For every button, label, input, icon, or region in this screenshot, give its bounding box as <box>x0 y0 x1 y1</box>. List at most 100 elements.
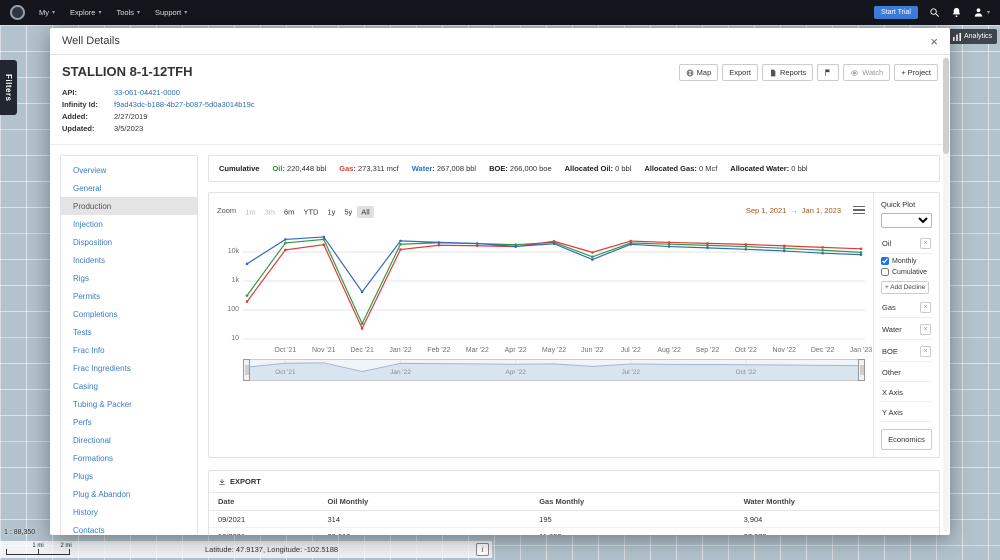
qp-row-water[interactable]: Water × <box>881 320 932 340</box>
sidebar-item-general[interactable]: General <box>61 179 197 197</box>
qp-y-axis-label: Y Axis <box>882 408 903 417</box>
table-cell: 3,904 <box>734 510 939 528</box>
table-cell: 314 <box>318 510 531 528</box>
range-start-input[interactable]: Sep 1, 2021 <box>746 206 786 215</box>
monthly-checkbox[interactable] <box>881 257 889 265</box>
map-button[interactable]: Map <box>678 64 719 81</box>
zoom-buttons: 1m 3m 6m YTD 1y 5y All <box>241 201 374 219</box>
production-plot[interactable] <box>243 227 865 345</box>
sidebar-item-permits[interactable]: Permits <box>61 287 197 305</box>
export-header[interactable]: EXPORT <box>209 471 939 493</box>
cumulative-stat-label: Allocated Water: <box>730 164 790 173</box>
menu-my[interactable]: My ▾ <box>39 8 55 17</box>
cumulative-checkbox[interactable] <box>881 268 889 276</box>
menu-explore[interactable]: Explore ▾ <box>70 8 101 17</box>
qp-row-gas[interactable]: Gas × <box>881 298 932 318</box>
remove-oil-button[interactable]: × <box>920 238 931 249</box>
cumulative-stat-label: Gas: <box>339 164 356 173</box>
reports-button[interactable]: Reports <box>761 64 814 81</box>
add-project-button[interactable]: + Project <box>894 64 938 81</box>
zoom-3m-button[interactable]: 3m <box>261 206 279 218</box>
close-icon[interactable]: × <box>930 35 938 48</box>
watch-button[interactable]: Watch <box>843 64 891 81</box>
export-button[interactable]: Export <box>722 64 758 81</box>
zoom-1y-button[interactable]: 1y <box>323 206 339 218</box>
sidebar-item-plug-abandon[interactable]: Plug & Abandon <box>61 485 197 503</box>
zoom-6m-button[interactable]: 6m <box>280 206 298 218</box>
sidebar-item-frac-info[interactable]: Frac Info <box>61 341 197 359</box>
modal-scrollbar[interactable] <box>943 57 949 532</box>
info-icon[interactable]: i <box>476 543 489 556</box>
quick-plot-select[interactable] <box>881 213 932 228</box>
sidebar-item-formations[interactable]: Formations <box>61 449 197 467</box>
eye-icon <box>850 69 859 76</box>
search-icon[interactable] <box>929 7 940 18</box>
x-axis-tick: Oct '21 <box>274 347 297 354</box>
remove-water-button[interactable]: × <box>920 324 931 335</box>
zoom-1m-button[interactable]: 1m <box>241 206 259 218</box>
monthly-option[interactable]: Monthly <box>881 257 932 265</box>
start-trial-button[interactable]: Start Trial <box>874 6 918 19</box>
detail-row-updated: Updated: 3/5/2023 <box>62 124 938 133</box>
x-axis-tick: Feb '22 <box>427 347 451 354</box>
remove-gas-button[interactable]: × <box>920 302 931 313</box>
production-main: Cumulative Oil: 220,448 bbl Gas: 273,311 m… <box>208 155 940 535</box>
menu-tools[interactable]: Tools ▾ <box>116 8 140 17</box>
app-logo[interactable] <box>10 5 25 20</box>
cumulative-option[interactable]: Cumulative <box>881 268 932 276</box>
chart-navigator[interactable]: Oct '21 Jan '22 Apr '22 Jul '22 Oct '22 <box>243 359 865 381</box>
sidebar-item-production[interactable]: Production <box>61 197 197 215</box>
detail-value[interactable]: f9ad43dc-b188-4b27-b087-5d0a3014b19c <box>114 100 255 109</box>
sidebar-item-contacts[interactable]: Contacts <box>61 521 197 535</box>
table-cell: 09/2021 <box>209 510 319 528</box>
sidebar-item-injection[interactable]: Injection <box>61 215 197 233</box>
sidebar-item-incidents[interactable]: Incidents <box>61 251 197 269</box>
menu-label: Support <box>155 8 182 17</box>
sidebar-item-completions[interactable]: Completions <box>61 305 197 323</box>
y-axis-labels: 10 100 1k 10k <box>217 227 243 345</box>
flag-button[interactable] <box>817 64 840 81</box>
chart-menu-icon[interactable] <box>853 205 865 215</box>
qp-water-label: Water <box>882 325 902 334</box>
cumulative-stat-label: Allocated Gas: <box>644 164 697 173</box>
sidebar-item-rigs[interactable]: Rigs <box>61 269 197 287</box>
sidebar-item-plugs[interactable]: Plugs <box>61 467 197 485</box>
sidebar-item-perfs[interactable]: Perfs <box>61 413 197 431</box>
bell-icon[interactable] <box>951 7 962 18</box>
navbar-menus: My ▾ Explore ▾ Tools ▾ Support ▾ <box>39 8 187 17</box>
add-decline-button[interactable]: + Add Decline <box>881 281 930 294</box>
sidebar-item-history[interactable]: History <box>61 503 197 521</box>
well-header-section: STALLION 8-1-12TFH Map Export Reports Wa… <box>50 55 950 145</box>
economics-button[interactable]: Economics <box>881 429 932 450</box>
filters-tab[interactable]: Filters <box>0 60 17 115</box>
qp-row-other[interactable]: Other <box>881 364 932 382</box>
sidebar-item-tests[interactable]: Tests <box>61 323 197 341</box>
detail-value: 2/27/2019 <box>114 112 148 121</box>
cumulative-bar: Cumulative Oil: 220,448 bbl Gas: 273,311 m… <box>208 155 940 182</box>
remove-boe-button[interactable]: × <box>920 346 931 357</box>
sidebar-item-overview[interactable]: Overview <box>61 161 197 179</box>
qp-row-y-axis[interactable]: Y Axis <box>881 404 932 422</box>
zoom-5y-button[interactable]: 5y <box>340 206 356 218</box>
zoom-ytd-button[interactable]: YTD <box>299 206 322 218</box>
detail-row-added: Added: 2/27/2019 <box>62 112 938 121</box>
qp-row-oil[interactable]: Oil × <box>881 234 932 254</box>
sidebar-item-tubing-packer[interactable]: Tubing & Packer <box>61 395 197 413</box>
navigator-handle[interactable] <box>857 359 865 381</box>
qp-row-x-axis[interactable]: X Axis <box>881 384 932 402</box>
range-end-input[interactable]: Jan 1, 2023 <box>802 206 841 215</box>
navigator-handle[interactable] <box>243 359 251 381</box>
quick-plot-panel: Quick Plot Oil × Monthly Cumulative + Ad… <box>873 193 939 457</box>
zoom-all-button[interactable]: All <box>357 205 374 218</box>
sidebar-item-directional[interactable]: Directional <box>61 431 197 449</box>
analytics-button[interactable]: Analytics <box>947 29 997 44</box>
column-header-gas-monthly: Gas Monthly <box>530 493 735 511</box>
sidebar-item-casing[interactable]: Casing <box>61 377 197 395</box>
qp-row-boe[interactable]: BOE × <box>881 342 932 362</box>
user-menu[interactable]: ▾ <box>973 7 990 18</box>
detail-value[interactable]: 33-061-04421-0000 <box>114 88 180 97</box>
menu-support[interactable]: Support ▾ <box>155 8 187 17</box>
scrollbar-thumb[interactable] <box>943 58 949 154</box>
sidebar-item-frac-ingredients[interactable]: Frac Ingredients <box>61 359 197 377</box>
sidebar-item-disposition[interactable]: Disposition <box>61 233 197 251</box>
